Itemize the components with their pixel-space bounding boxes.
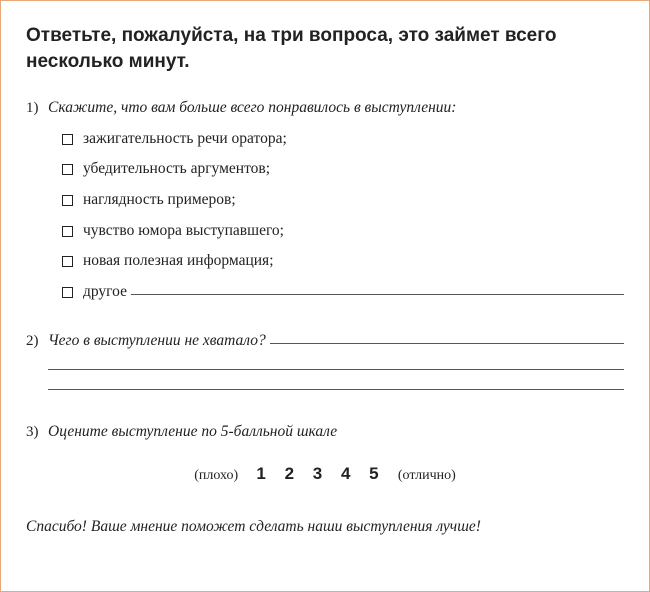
q1-option[interactable]: новая полезная информация;: [62, 250, 624, 272]
q1-other-label: другое: [83, 281, 127, 303]
checkbox-icon[interactable]: [62, 256, 73, 267]
q1-option-label: убедительность аргументов;: [83, 158, 270, 180]
survey-form: Ответьте, пожалуйста, на три вопроса, эт…: [0, 0, 650, 592]
rating-high-label: (отлично): [398, 468, 456, 483]
q1-other-input-line[interactable]: [131, 280, 624, 296]
q1-option-label: зажигательность речи оратора;: [83, 128, 287, 150]
rating-scale: (плохо) 1 2 3 4 5 (отлично): [26, 464, 624, 484]
question-2: 2) Чего в выступлении не хватало?: [26, 329, 624, 390]
rating-value[interactable]: 5: [369, 464, 378, 483]
rating-low-label: (плохо): [194, 468, 238, 483]
rating-value[interactable]: 4: [341, 464, 350, 483]
checkbox-icon[interactable]: [62, 134, 73, 145]
question-1: 1) Скажите, что вам больше всего понрави…: [26, 96, 624, 303]
rating-value[interactable]: 3: [313, 464, 322, 483]
q1-options: зажигательность речи оратора; убедительн…: [62, 128, 624, 304]
q2-number: 2): [26, 333, 48, 350]
q1-option-label: наглядность примеров;: [83, 189, 236, 211]
q2-text: Чего в выступлении не хватало?: [48, 329, 266, 352]
q3-number: 3): [26, 424, 48, 441]
form-title: Ответьте, пожалуйста, на три вопроса, эт…: [26, 23, 624, 74]
q2-input-line[interactable]: [48, 352, 624, 370]
checkbox-icon[interactable]: [62, 195, 73, 206]
q2-input-line[interactable]: [48, 372, 624, 390]
rating-value[interactable]: 1: [256, 464, 265, 483]
rating-value[interactable]: 2: [285, 464, 294, 483]
q1-number: 1): [26, 100, 48, 117]
q1-option[interactable]: зажигательность речи оратора;: [62, 128, 624, 150]
q1-option-label: чувство юмора выступавшего;: [83, 220, 284, 242]
checkbox-icon[interactable]: [62, 287, 73, 298]
q1-option[interactable]: убедительность аргументов;: [62, 158, 624, 180]
q1-option-label: новая полезная информация;: [83, 250, 274, 272]
checkbox-icon[interactable]: [62, 226, 73, 237]
thank-you-text: Спасибо! Ваше мнение поможет сделать наш…: [26, 518, 624, 536]
checkbox-icon[interactable]: [62, 164, 73, 175]
q1-text: Скажите, что вам больше всего понравилос…: [48, 96, 456, 119]
q1-option[interactable]: чувство юмора выступавшего;: [62, 220, 624, 242]
q3-text: Оцените выступление по 5-балльной шкале: [48, 420, 337, 443]
q1-option[interactable]: наглядность примеров;: [62, 189, 624, 211]
q1-option-other[interactable]: другое: [62, 281, 624, 303]
question-3: 3) Оцените выступление по 5-балльной шка…: [26, 420, 624, 483]
q2-input-line[interactable]: [270, 328, 624, 344]
